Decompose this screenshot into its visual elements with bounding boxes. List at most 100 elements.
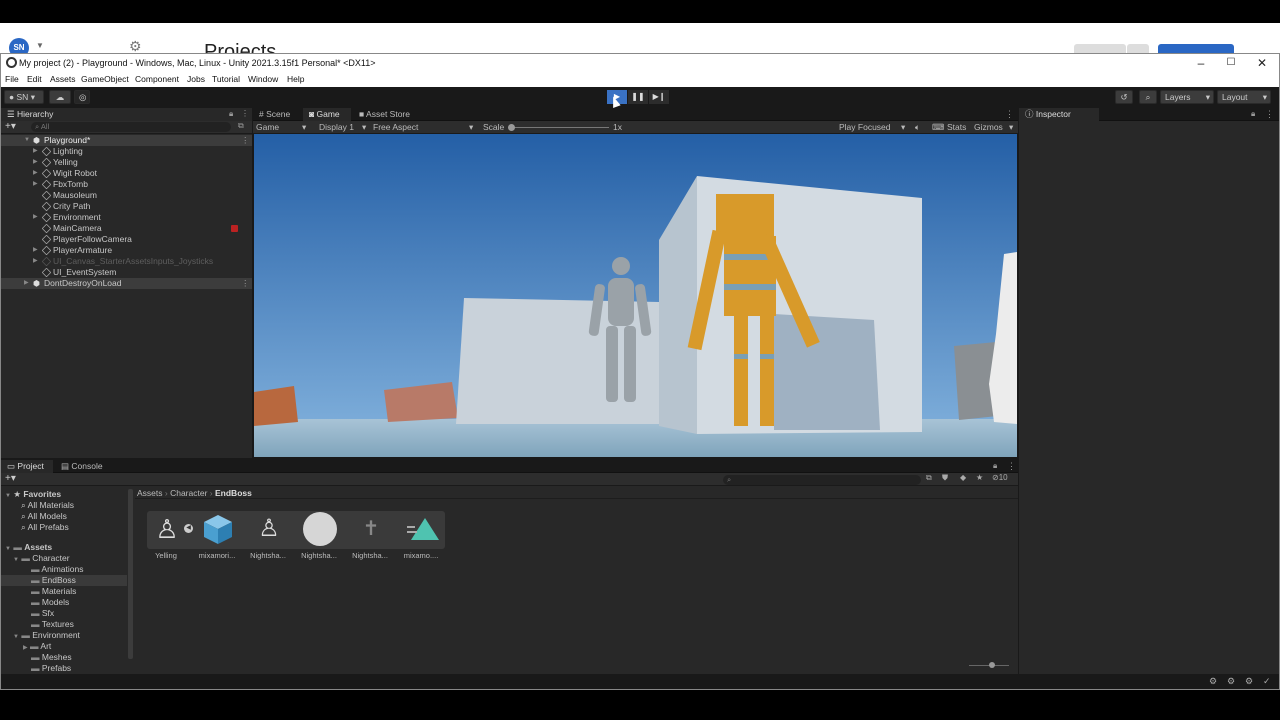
lock-icon[interactable]: 🔒︎ — [1251, 109, 1255, 119]
tab-asset-store[interactable]: ■ Asset Store — [353, 108, 417, 121]
add-icon[interactable]: +▾ — [5, 121, 16, 132]
expand-prefab-icon[interactable]: ◀ — [184, 524, 193, 533]
tab-project[interactable]: ▭ Project — [1, 460, 53, 473]
mute-audio-icon[interactable]: 🔈︎ — [915, 121, 920, 133]
kebab-menu-icon[interactable]: ⋮ — [241, 135, 250, 146]
asset-tile-mixamo-anim[interactable] — [405, 514, 441, 544]
zoom-slider-handle[interactable] — [989, 662, 995, 668]
kebab-menu-icon[interactable]: ⋮ — [241, 109, 249, 118]
asset-tile-nightshade-3[interactable]: ✝ — [355, 512, 387, 546]
hierarchy-item-mausoleum[interactable]: Mausoleum — [1, 190, 252, 201]
tab-scene[interactable]: # Scene — [253, 108, 301, 121]
progress-icon[interactable]: ⚙ — [1227, 676, 1235, 687]
lock-icon[interactable]: 🔒︎ — [993, 461, 997, 471]
folder-item[interactable]: ▬ Meshes — [31, 652, 161, 663]
asset-tile-mixamorig[interactable] — [200, 512, 236, 546]
menu-window[interactable]: Window — [248, 74, 278, 84]
folder-item[interactable]: ▬ Animations — [31, 564, 161, 575]
search-by-type-icon[interactable]: ⧉ — [926, 473, 932, 483]
stats-button[interactable]: Stats — [947, 121, 966, 133]
assets-root[interactable]: ▼ ▬ Assets — [5, 542, 135, 553]
menu-tutorial[interactable]: Tutorial — [212, 74, 240, 84]
step-button[interactable]: ▶❙ — [649, 90, 669, 104]
minimize-icon[interactable]: – — [1191, 56, 1211, 70]
breadcrumb-assets[interactable]: Assets — [137, 488, 163, 498]
folder-item[interactable]: ▬ Sfx — [31, 608, 161, 619]
hierarchy-item-crity-path[interactable]: Crity Path — [1, 201, 252, 212]
layout-dropdown[interactable]: Layout ▾ — [1217, 90, 1271, 104]
history-icon[interactable]: ↺ — [1115, 90, 1133, 104]
menu-gameobject[interactable]: GameObject — [81, 74, 129, 84]
tab-inspector[interactable]: ⓘ Inspector — [1019, 108, 1099, 121]
collab-icon[interactable]: ◎ — [74, 90, 90, 104]
hierarchy-item-playerfollowcamera[interactable]: PlayerFollowCamera — [1, 234, 252, 245]
folder-item[interactable]: ▬ Prefabs — [31, 663, 161, 674]
hierarchy-item-lighting[interactable]: ▶ Lighting — [1, 146, 252, 157]
menu-file[interactable]: File — [5, 74, 19, 84]
hierarchy-item-playerarmature[interactable]: ▶ PlayerArmature — [1, 245, 252, 256]
keyboard-icon[interactable]: ⌨ — [932, 121, 944, 133]
project-search-input[interactable]: ⌕ — [723, 475, 921, 485]
expand-arrow-icon[interactable]: ▼ — [24, 135, 30, 146]
tab-console[interactable]: ▤ Console — [55, 460, 109, 473]
tab-hierarchy[interactable]: ☰ Hierarchy — [1, 108, 252, 121]
menu-help[interactable]: Help — [287, 74, 304, 84]
menu-edit[interactable]: Edit — [27, 74, 42, 84]
asset-tile-yelling[interactable]: ♙ — [149, 512, 185, 546]
game-mode-dropdown[interactable]: Game ▾ — [256, 121, 306, 133]
chevron-down-icon[interactable]: ▼ — [36, 41, 44, 50]
layers-dropdown[interactable]: Layers ▾ — [1160, 90, 1214, 104]
asset-tile-nightshade-1[interactable]: ♙ — [251, 512, 287, 546]
kebab-menu-icon[interactable]: ⋮ — [1005, 109, 1014, 120]
menu-assets[interactable]: Assets — [50, 74, 76, 84]
hierarchy-item-environment[interactable]: ▶ Environment — [1, 212, 252, 223]
folder-item-selected[interactable]: ▬ EndBoss — [1, 575, 127, 586]
kebab-menu-icon[interactable]: ⋮ — [241, 278, 250, 289]
hierarchy-item-ui-canvas[interactable]: ▶ UI_Canvas_StarterAssetsInputs_Joysticks — [1, 256, 252, 267]
cache-icon[interactable]: ⚙ — [1245, 676, 1253, 687]
bug-icon[interactable]: ⚙ — [1209, 676, 1217, 687]
scale-slider-handle[interactable] — [508, 124, 515, 131]
search-icon[interactable]: ⌕ — [1139, 90, 1157, 104]
folder-item[interactable]: ▬ Textures — [31, 619, 161, 630]
menu-jobs[interactable]: Jobs — [187, 74, 205, 84]
breadcrumb-endboss[interactable]: EndBoss — [215, 488, 252, 498]
maximize-icon[interactable]: ☐ — [1221, 57, 1241, 68]
search-by-label-icon[interactable]: ⛊ — [942, 473, 948, 483]
cloud-icon[interactable]: ☁ — [49, 90, 71, 104]
game-viewport[interactable] — [254, 134, 1017, 457]
hidden-count-icon[interactable]: ⊘10 — [992, 473, 1008, 482]
hierarchy-item-yelling[interactable]: ▶ Yelling — [1, 157, 252, 168]
check-icon[interactable]: ✓ — [1263, 676, 1271, 687]
kebab-menu-icon[interactable]: ⋮ — [1265, 109, 1274, 120]
folder-item[interactable]: ▬ Materials — [31, 586, 161, 597]
hierarchy-item-maincamera[interactable]: MainCamera — [1, 223, 252, 234]
hierarchy-item-fbxtomb[interactable]: ▶ FbxTomb — [1, 179, 252, 190]
folder-item[interactable]: ▶ ▬ Art — [23, 641, 153, 652]
pause-button[interactable]: ❚❚ — [628, 90, 648, 104]
folder-item[interactable]: ▼ ▬ Character — [13, 553, 143, 564]
kebab-menu-icon[interactable]: ⋮ — [1007, 461, 1016, 472]
close-icon[interactable]: ✕ — [1252, 56, 1272, 70]
hierarchy-item-ui-eventsystem[interactable]: UI_EventSystem — [1, 267, 252, 278]
menu-component[interactable]: Component — [135, 74, 179, 84]
hierarchy-item-wigit-robot[interactable]: ▶ Wigit Robot — [1, 168, 252, 179]
tree-scrollbar[interactable] — [128, 489, 133, 659]
play-focused-dropdown[interactable]: Play Focused ▾ — [839, 121, 909, 133]
folder-item[interactable]: ▬ Models — [31, 597, 161, 608]
favorites-header[interactable]: ▼ ★ Favorites — [5, 489, 135, 500]
folder-item[interactable]: ▼ ▬ Environment — [13, 630, 143, 641]
account-button[interactable]: ● SN ▾ — [4, 90, 44, 104]
scale-slider[interactable] — [511, 127, 609, 128]
tab-game[interactable]: ◙ Game — [303, 108, 351, 121]
tag-icon[interactable]: ◆ — [960, 473, 966, 482]
star-icon[interactable]: ★ — [976, 473, 983, 482]
aspect-dropdown[interactable]: Free Aspect ▾ — [373, 121, 477, 133]
breadcrumb-character[interactable]: Character — [170, 488, 207, 498]
gizmos-dropdown[interactable]: Gizmos ▾ — [974, 121, 1014, 133]
asset-tile-nightshade-2[interactable] — [303, 512, 337, 546]
hierarchy-scene-row[interactable]: ▼ ⬢ Playground* ⋮ — [1, 135, 252, 146]
add-icon[interactable]: +▾ — [5, 473, 16, 484]
hierarchy-dontdestroyonload-row[interactable]: ▶ ⬢ DontDestroyOnLoad ⋮ — [1, 278, 252, 289]
display-dropdown[interactable]: Display 1 ▾ — [319, 121, 366, 133]
